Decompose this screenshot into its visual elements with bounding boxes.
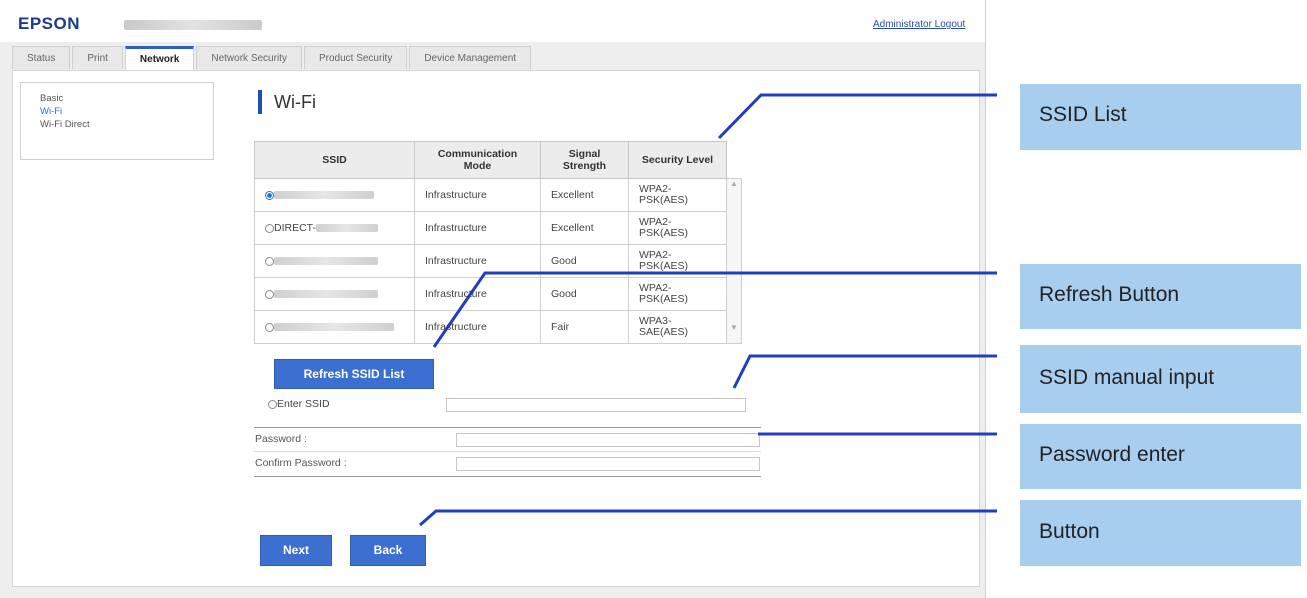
ssid-cell[interactable]: DIRECT- <box>254 211 415 245</box>
security-line2: PSK(AES) <box>639 194 689 206</box>
security-cell: WPA2- PSK(AES) <box>628 244 727 278</box>
tab-network-security[interactable]: Network Security <box>196 46 302 69</box>
security-line2: PSK(AES) <box>639 260 689 272</box>
table-header-row: SSID Communication Mode Signal Strength … <box>254 141 742 179</box>
security-line2: PSK(AES) <box>639 227 689 239</box>
refresh-ssid-list-button[interactable]: Refresh SSID List <box>274 359 434 389</box>
table-row[interactable]: Infrastructure Excellent WPA2- PSK(AES) ▲… <box>254 178 742 344</box>
sidebar: Basic Wi-Fi Wi-Fi Direct <box>20 82 214 160</box>
mode-cell: Infrastructure <box>414 244 541 278</box>
tab-print[interactable]: Print <box>72 46 123 69</box>
signal-cell: Good <box>540 277 629 311</box>
callout-refresh-button: Refresh Button <box>1020 264 1301 329</box>
security-cell: WPA2- PSK(AES) <box>628 211 727 245</box>
signal-cell: Excellent <box>540 211 629 245</box>
password-row: Password : <box>254 428 761 452</box>
callout-ssid-list: SSID List <box>1020 84 1301 150</box>
ssid-redacted <box>274 290 378 299</box>
ssid-radio[interactable] <box>265 322 274 332</box>
ssid-redacted <box>316 224 378 233</box>
tab-network[interactable]: Network <box>124 46 195 70</box>
col-header-mode-line1: Communication <box>437 148 518 160</box>
enter-ssid-option[interactable]: Enter SSID <box>268 398 330 410</box>
col-header-mode: Communication Mode <box>414 141 541 179</box>
security-line2: PSK(AES) <box>639 293 689 305</box>
ssid-cell[interactable] <box>254 310 415 344</box>
enter-ssid-radio[interactable] <box>268 399 277 409</box>
scroll-up-icon[interactable]: ▲ <box>727 179 741 188</box>
ssid-manual-input[interactable] <box>446 398 746 412</box>
mode-cell: Infrastructure <box>414 178 541 212</box>
signal-cell: Fair <box>540 310 629 344</box>
screenshot-frame: EPSON Administrator Logout Status Print … <box>0 0 986 598</box>
ssid-table: SSID Communication Mode Signal Strength … <box>254 141 742 344</box>
password-section: Password : Confirm Password : <box>254 427 761 477</box>
signal-cell: Good <box>540 244 629 278</box>
table-row[interactable]: Infrastructure Good WPA2- PSK(AES) <box>254 277 742 311</box>
page-title: Wi-Fi <box>258 90 316 114</box>
callout-ssid-manual-input: SSID manual input <box>1020 345 1301 413</box>
back-button[interactable]: Back <box>350 535 426 566</box>
col-header-security: Security Level <box>628 141 727 179</box>
tab-status[interactable]: Status <box>12 46 71 69</box>
callout-button: Button <box>1020 500 1301 566</box>
confirm-password-label: Confirm Password : <box>255 457 347 469</box>
table-row[interactable]: DIRECT- Infrastructure Excellent WPA2- PS… <box>254 211 742 245</box>
sidebar-item-basic[interactable]: Basic <box>40 92 213 105</box>
ssid-radio[interactable] <box>265 190 274 200</box>
epson-logo: EPSON <box>18 14 81 33</box>
ssid-redacted <box>274 323 394 332</box>
security-cell: WPA2- PSK(AES) <box>628 277 727 311</box>
top-bar: EPSON Administrator Logout <box>0 0 985 42</box>
scrollbar-header-spacer <box>726 141 742 179</box>
security-line2: SAE(AES) <box>639 326 689 338</box>
next-button[interactable]: Next <box>260 535 332 566</box>
admin-logout-link[interactable]: Administrator Logout <box>873 19 965 30</box>
ssid-prefix: DIRECT- <box>274 222 316 234</box>
tab-device-management[interactable]: Device Management <box>409 46 532 69</box>
scroll-down-icon[interactable]: ▼ <box>727 323 741 332</box>
signal-cell: Excellent <box>540 178 629 212</box>
security-cell: WPA2- PSK(AES) <box>628 178 727 212</box>
password-label: Password : <box>255 433 307 445</box>
ssid-cell[interactable] <box>254 277 415 311</box>
mode-cell: Infrastructure <box>414 211 541 245</box>
callout-password-enter: Password enter <box>1020 424 1301 489</box>
ssid-radio[interactable] <box>265 223 274 233</box>
col-header-signal-line1: Signal <box>568 148 601 160</box>
sidebar-item-wifi-direct[interactable]: Wi-Fi Direct <box>40 118 213 131</box>
ssid-cell[interactable] <box>254 178 415 212</box>
table-row[interactable]: Infrastructure Good WPA2- PSK(AES) <box>254 244 742 278</box>
enter-ssid-label: Enter SSID <box>277 398 330 410</box>
ssid-cell[interactable] <box>254 244 415 278</box>
ssid-redacted <box>274 257 378 266</box>
main-tabs: Status Print Network Network Security Pr… <box>12 46 533 70</box>
ssid-radio[interactable] <box>265 256 274 266</box>
password-input[interactable] <box>456 433 760 447</box>
table-row[interactable]: Infrastructure Fair WPA3- SAE(AES) <box>254 310 742 344</box>
col-header-ssid: SSID <box>254 141 415 179</box>
col-header-signal-line2: Strength <box>562 160 607 172</box>
col-header-signal: Signal Strength <box>540 141 629 179</box>
table-scrollbar[interactable]: ▲ ▼ <box>726 178 742 344</box>
tab-product-security[interactable]: Product Security <box>303 46 408 69</box>
confirm-password-input[interactable] <box>456 457 760 471</box>
device-name-redacted <box>124 20 262 30</box>
security-cell: WPA3- SAE(AES) <box>628 310 727 344</box>
ssid-redacted <box>274 191 374 200</box>
ssid-radio[interactable] <box>265 289 274 299</box>
confirm-password-row: Confirm Password : <box>254 452 761 475</box>
mode-cell: Infrastructure <box>414 277 541 311</box>
sidebar-item-wifi[interactable]: Wi-Fi <box>40 105 213 118</box>
col-header-mode-line2: Mode <box>463 160 492 172</box>
mode-cell: Infrastructure <box>414 310 541 344</box>
